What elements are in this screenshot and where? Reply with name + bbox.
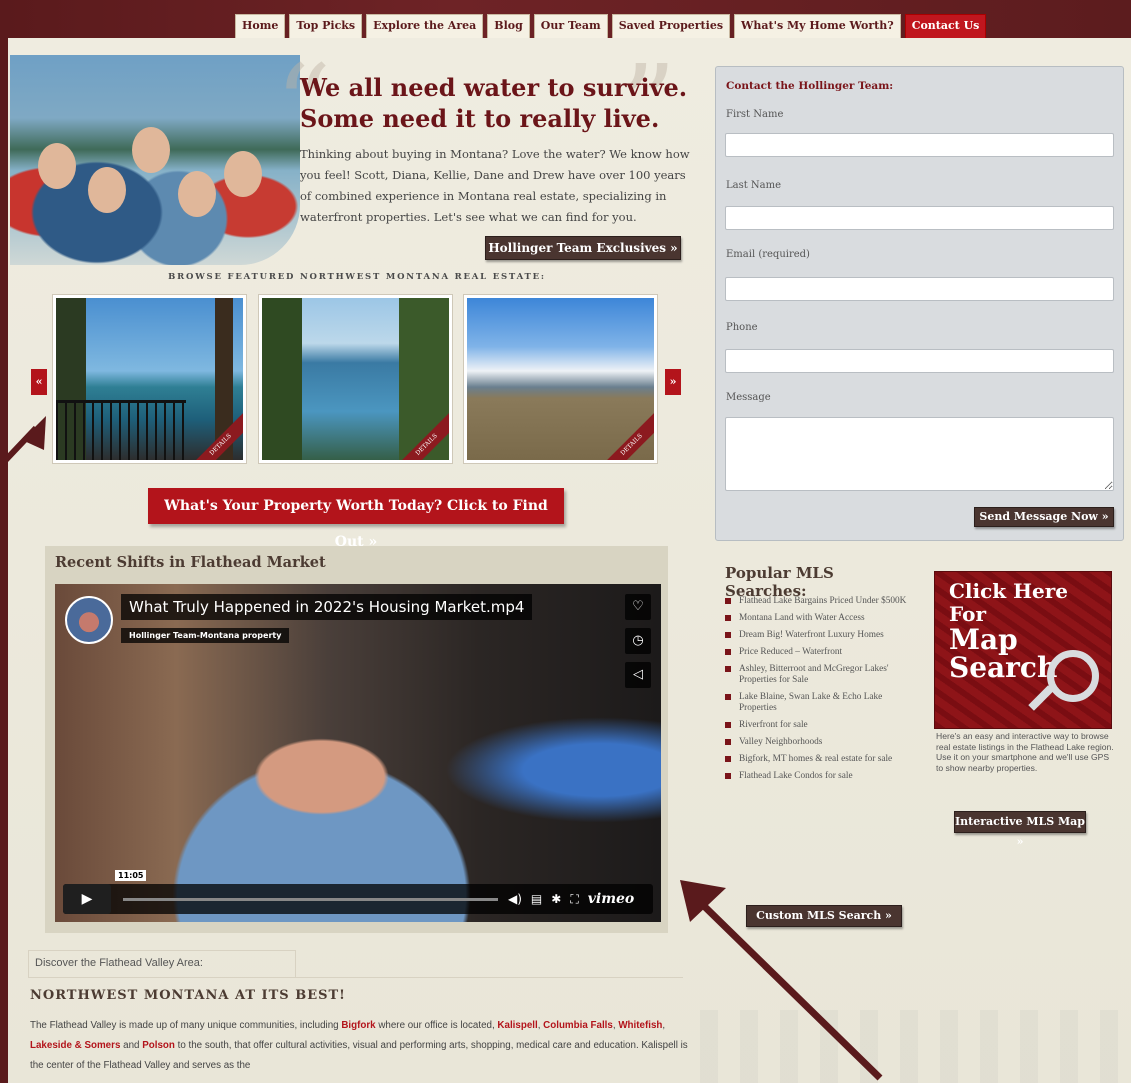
discover-paragraph: The Flathead Valley is made up of many u… — [30, 1016, 690, 1076]
annotation-arrow-right — [680, 880, 883, 1081]
nav-explore-area[interactable]: Explore the Area — [366, 14, 484, 38]
link-columbia-falls[interactable]: Columbia Falls — [543, 1020, 613, 1031]
magnifier-icon — [1047, 650, 1099, 702]
property-photo: DETAILS — [262, 298, 449, 460]
team-member-face — [178, 171, 216, 217]
discover-heading: NORTHWEST MONTANA AT ITS BEST! — [30, 988, 346, 1003]
hero-title: We all need water to survive. Some need … — [300, 72, 700, 134]
share-icon[interactable]: ◁ — [625, 662, 651, 688]
mls-item-lake-blaine[interactable]: Lake Blaine, Swan Lake & Echo Lake Prope… — [725, 692, 911, 714]
phone-label: Phone — [726, 322, 758, 333]
mls-item-flathead-bargains[interactable]: Flathead Lake Bargains Priced Under $500… — [725, 596, 911, 607]
video-time: 11:05 — [115, 870, 147, 881]
mls-item-price-reduced[interactable]: Price Reduced – Waterfront — [725, 647, 911, 658]
map-title-line-1: Click Here For — [949, 579, 1068, 626]
team-member-face — [38, 143, 76, 189]
message-label: Message — [726, 392, 771, 403]
fullscreen-icon[interactable]: ⛶ — [570, 884, 578, 914]
control-icons: ◀) ▤ ✱ ⛶ vimeo — [508, 884, 634, 914]
last-name-field[interactable] — [725, 206, 1114, 230]
text-segment: and — [120, 1040, 143, 1051]
email-label: Email (required) — [726, 249, 810, 260]
send-message-button[interactable]: Send Message Now » — [974, 507, 1114, 527]
details-ribbon[interactable]: DETAILS — [598, 411, 654, 460]
email-field[interactable] — [725, 277, 1114, 301]
text-segment: The Flathead Valley is made up of many u… — [30, 1020, 342, 1031]
carousel-prev-button[interactable]: « — [31, 369, 47, 395]
nav-blog[interactable]: Blog — [487, 14, 530, 38]
nav-home[interactable]: Home — [235, 14, 286, 38]
phone-field[interactable] — [725, 349, 1114, 373]
property-photo: DETAILS — [467, 298, 654, 460]
magnifier-handle — [1028, 685, 1054, 711]
interactive-mls-map-button[interactable]: Interactive MLS Map » — [954, 811, 1086, 848]
play-icon[interactable]: ▶ — [63, 884, 111, 914]
contact-title: Contact the Hollinger Team: — [726, 80, 894, 92]
annotation-arrow-left — [0, 416, 46, 469]
first-name-label: First Name — [726, 109, 784, 120]
main-nav: Home Top Picks Explore the Area Blog Our… — [235, 14, 987, 38]
mls-item-ashley-bitterroot[interactable]: Ashley, Bitterroot and McGregor Lakes' P… — [725, 664, 911, 686]
divider — [28, 977, 683, 978]
captions-icon[interactable]: ▤ — [531, 884, 542, 914]
team-member-face — [88, 167, 126, 213]
mls-item-bigfork-homes[interactable]: Bigfork, MT homes & real estate for sale — [725, 754, 911, 765]
nav-home-worth[interactable]: What's My Home Worth? — [734, 14, 901, 38]
team-photo — [10, 55, 300, 265]
volume-icon[interactable]: ◀) — [508, 884, 522, 914]
vimeo-logo[interactable]: vimeo — [588, 884, 635, 914]
team-member-face — [224, 151, 262, 197]
featured-label: BROWSE FEATURED NORTHWEST MONTANA REAL E… — [168, 272, 546, 282]
discover-tab: Discover the Flathead Valley Area: — [28, 950, 296, 978]
nav-contact-us[interactable]: Contact Us — [904, 14, 987, 38]
property-photo: DETAILS — [56, 298, 243, 460]
mls-item-condos[interactable]: Flathead Lake Condos for sale — [725, 771, 911, 782]
message-field[interactable] — [725, 417, 1114, 491]
video-title[interactable]: What Truly Happened in 2022's Housing Ma… — [121, 594, 533, 620]
mls-item-land-water[interactable]: Montana Land with Water Access — [725, 613, 911, 624]
video-panel: Recent Shifts in Flathead Market What Tr… — [45, 546, 668, 933]
mls-item-riverfront[interactable]: Riverfront for sale — [725, 720, 911, 731]
featured-property-2[interactable]: DETAILS — [258, 294, 453, 464]
mls-title: Popular MLS Searches: — [725, 564, 834, 600]
property-worth-button[interactable]: What's Your Property Worth Today? Click … — [148, 488, 564, 550]
carousel-next-button[interactable]: » — [665, 369, 681, 395]
link-whitefish[interactable]: Whitefish — [618, 1020, 662, 1031]
mls-item-waterfront-luxury[interactable]: Dream Big! Waterfront Luxury Homes — [725, 630, 911, 641]
video-channel[interactable]: Hollinger Team-Montana property — [121, 628, 290, 643]
featured-property-3[interactable]: DETAILS — [463, 294, 658, 464]
channel-avatar[interactable] — [65, 596, 113, 644]
nav-our-team[interactable]: Our Team — [533, 14, 608, 38]
left-border — [0, 38, 8, 1083]
hero-title-line-2: Some need it to really live. — [300, 104, 660, 133]
last-name-label: Last Name — [726, 180, 782, 191]
mls-item-valley-neighborhoods[interactable]: Valley Neighborhoods — [725, 737, 911, 748]
link-lakeside-somers[interactable]: Lakeside & Somers — [30, 1040, 120, 1051]
featured-property-1[interactable]: DETAILS — [52, 294, 247, 464]
video-controls: ▶ 11:05 ◀) ▤ ✱ ⛶ vimeo — [63, 870, 653, 914]
heart-icon[interactable]: ♡ — [625, 594, 651, 620]
contact-form: Contact the Hollinger Team: First Name L… — [715, 66, 1124, 541]
nav-top-picks[interactable]: Top Picks — [289, 14, 363, 38]
video-player[interactable]: What Truly Happened in 2022's Housing Ma… — [55, 584, 661, 922]
first-name-field[interactable] — [725, 133, 1114, 157]
map-title-line-3: Search — [949, 651, 1058, 684]
link-bigfork[interactable]: Bigfork — [341, 1020, 375, 1031]
link-polson[interactable]: Polson — [142, 1040, 175, 1051]
hero-title-line-1: We all need water to survive. — [300, 73, 688, 102]
map-search-description: Here's an easy and interactive way to br… — [936, 731, 1114, 773]
link-kalispell[interactable]: Kalispell — [497, 1020, 537, 1031]
video-progress-bar[interactable] — [123, 898, 498, 901]
clock-icon[interactable]: ◷ — [625, 628, 651, 654]
video-heading: Recent Shifts in Flathead Market — [55, 554, 326, 571]
team-exclusives-button[interactable]: Hollinger Team Exclusives » — [485, 236, 681, 260]
settings-icon[interactable]: ✱ — [551, 884, 561, 914]
mls-list: Flathead Lake Bargains Priced Under $500… — [725, 596, 911, 788]
text-segment: , — [662, 1020, 666, 1031]
nav-saved-properties[interactable]: Saved Properties — [611, 14, 731, 38]
map-search-banner[interactable]: Click Here For Map Search — [934, 571, 1112, 729]
text-segment: where our office is located, — [375, 1020, 498, 1031]
team-member-face — [132, 127, 170, 173]
hero-intro-text: Thinking about buying in Montana? Love t… — [300, 147, 690, 224]
